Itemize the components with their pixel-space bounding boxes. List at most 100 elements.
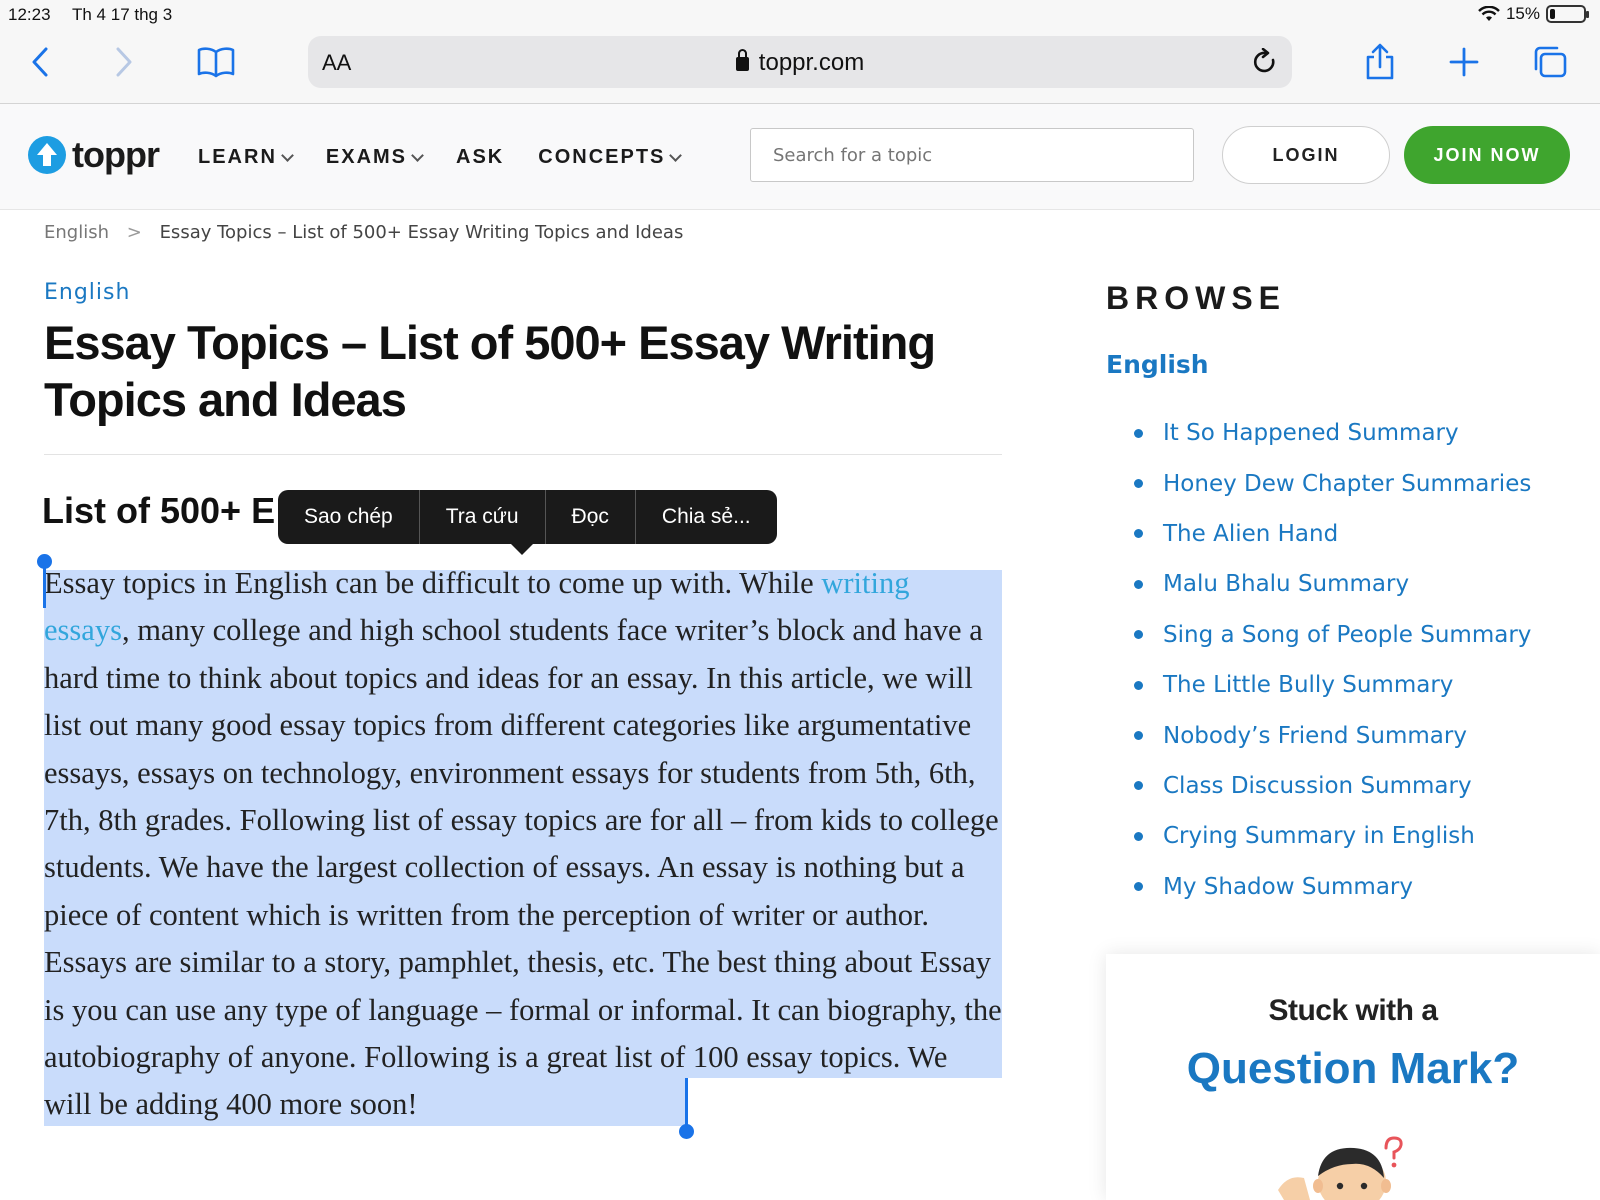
- main-nav: LEARN EXAMS ASK CONCEPTS: [198, 146, 683, 169]
- bullet-icon: [1134, 579, 1143, 589]
- bullet-icon: [1134, 831, 1143, 841]
- promo-line-1: Stuck with a: [1268, 994, 1438, 1027]
- battery-fill: [1550, 9, 1555, 19]
- status-right: 15%: [1478, 4, 1589, 24]
- url-text: toppr.com: [758, 49, 865, 76]
- browse-item[interactable]: Class Discussion Summary: [1134, 761, 1531, 811]
- menu-look-up[interactable]: Tra cứu: [420, 490, 546, 544]
- ask-promo-card[interactable]: Stuck with a Question Mark?: [1106, 954, 1600, 1200]
- site-header: toppr LEARN EXAMS ASK CONCEPTS LOGIN JOI…: [0, 104, 1600, 210]
- bullet-icon: [1134, 731, 1143, 741]
- menu-copy[interactable]: Sao chép: [278, 490, 420, 544]
- tabs-icon: [1534, 46, 1567, 78]
- lock-icon: [735, 49, 749, 71]
- back-button[interactable]: [20, 44, 60, 80]
- battery-icon: [1546, 5, 1589, 23]
- menu-speak[interactable]: Đọc: [546, 490, 636, 544]
- toppr-logo[interactable]: toppr: [28, 134, 160, 176]
- browse-title: BROWSE: [1106, 280, 1286, 316]
- browse-item-label: It So Happened Summary: [1163, 420, 1459, 447]
- url-display[interactable]: toppr.com: [308, 49, 1292, 77]
- bullet-icon: [1134, 479, 1143, 489]
- nav-concepts-label: CONCEPTS: [538, 146, 666, 168]
- section-heading-left: List of 500+ E: [42, 490, 276, 531]
- bullet-icon: [1134, 630, 1143, 640]
- selection-start-handle[interactable]: [37, 554, 52, 569]
- login-button[interactable]: LOGIN: [1222, 126, 1390, 184]
- breadcrumb-separator: >: [126, 222, 142, 243]
- nav-exams-label: EXAMS: [325, 146, 408, 168]
- breadcrumb-home[interactable]: English: [44, 222, 109, 243]
- browse-item-label: The Alien Hand: [1163, 520, 1339, 547]
- page-title: Essay Topics – List of 500+ Essay Writin…: [44, 316, 936, 426]
- browse-item-label: Class Discussion Summary: [1163, 772, 1472, 799]
- wifi-icon: [1478, 6, 1500, 21]
- browse-item[interactable]: It So Happened Summary: [1134, 408, 1531, 458]
- bullet-icon: [1134, 882, 1143, 892]
- forward-button[interactable]: [104, 44, 144, 80]
- bullet-icon: [1134, 428, 1143, 438]
- paragraph-text-start: Essay topics in English can be difficult…: [44, 566, 822, 600]
- browse-item[interactable]: The Alien Hand: [1134, 509, 1531, 559]
- book-icon: [197, 47, 235, 78]
- browser-toolbar: AA toppr.com: [0, 30, 1600, 104]
- chevron-down-icon: [411, 148, 424, 162]
- browse-category[interactable]: English: [1106, 350, 1209, 379]
- browse-item[interactable]: Sing a Song of People Summary: [1134, 610, 1531, 660]
- bullet-icon: [1134, 529, 1143, 539]
- address-bar[interactable]: AA toppr.com: [308, 36, 1292, 88]
- join-now-button[interactable]: JOIN NOW: [1404, 126, 1570, 184]
- bullet-icon: [1134, 781, 1143, 791]
- browse-item-label: My Shadow Summary: [1163, 873, 1413, 900]
- battery-percent: 15%: [1505, 4, 1540, 23]
- browse-item[interactable]: Honey Dew Chapter Summaries: [1134, 458, 1531, 508]
- nav-exams[interactable]: EXAMS: [325, 146, 424, 169]
- nav-concepts[interactable]: CONCEPTS: [538, 146, 683, 169]
- selection-end-handle[interactable]: [679, 1124, 694, 1139]
- logo-text: toppr: [72, 134, 160, 175]
- text-context-menu: Sao chép Tra cứu Đọc Chia sẻ...: [278, 490, 777, 544]
- breadcrumb-current: Essay Topics – List of 500+ Essay Writin…: [159, 222, 684, 243]
- browse-item-label: Nobody’s Friend Summary: [1163, 722, 1467, 749]
- nav-learn[interactable]: LEARN: [198, 146, 294, 169]
- status-date: Th 4 17 thg 3: [72, 5, 173, 24]
- reload-icon[interactable]: [1252, 48, 1278, 76]
- search-input[interactable]: [750, 128, 1194, 182]
- selection-end-caret: [685, 1078, 688, 1126]
- chevron-down-icon: [669, 148, 683, 162]
- logo-arrow-icon: [28, 136, 66, 174]
- browse-item[interactable]: The Little Bully Summary: [1134, 660, 1531, 710]
- bullet-icon: [1134, 680, 1143, 690]
- nav-learn-label: LEARN: [198, 146, 277, 168]
- article-category[interactable]: English: [44, 280, 130, 305]
- chevron-right-icon: [116, 47, 132, 77]
- thinking-boy-icon: [1278, 1136, 1403, 1200]
- promo-line-2: Question Mark?: [1186, 1044, 1520, 1093]
- status-bar: 12:23 Th 4 17 thg 3 15%: [0, 0, 1600, 30]
- status-time: 12:23: [8, 5, 51, 24]
- selection-start-caret: [43, 568, 46, 608]
- tabs-button[interactable]: [1530, 44, 1570, 80]
- menu-share[interactable]: Chia sẻ...: [636, 490, 777, 544]
- title-divider: [44, 454, 1002, 455]
- browse-list: It So Happened Summary Honey Dew Chapter…: [1134, 408, 1531, 912]
- browse-item-label: Crying Summary in English: [1163, 823, 1475, 850]
- browse-item-label: The Little Bully Summary: [1163, 672, 1454, 699]
- browse-item-label: Malu Bhalu Summary: [1163, 571, 1410, 598]
- plus-icon: [1449, 47, 1479, 77]
- browse-item[interactable]: Malu Bhalu Summary: [1134, 559, 1531, 609]
- chevron-down-icon: [281, 148, 294, 162]
- paragraph-text-rest: , many college and high school students …: [44, 613, 1002, 1122]
- nav-ask-label: ASK: [456, 146, 505, 168]
- browse-item[interactable]: Crying Summary in English: [1134, 811, 1531, 861]
- nav-ask[interactable]: ASK: [456, 146, 504, 169]
- browse-item-label: Sing a Song of People Summary: [1163, 621, 1532, 648]
- browse-item-label: Honey Dew Chapter Summaries: [1163, 470, 1532, 497]
- share-button[interactable]: [1360, 43, 1400, 80]
- chevron-left-icon: [32, 47, 48, 77]
- browse-item[interactable]: Nobody’s Friend Summary: [1134, 710, 1531, 760]
- browse-item[interactable]: My Shadow Summary: [1134, 862, 1531, 912]
- bookmarks-button[interactable]: [196, 44, 236, 80]
- new-tab-button[interactable]: [1444, 44, 1484, 80]
- article-paragraph[interactable]: Essay topics in English can be difficult…: [44, 560, 1002, 1129]
